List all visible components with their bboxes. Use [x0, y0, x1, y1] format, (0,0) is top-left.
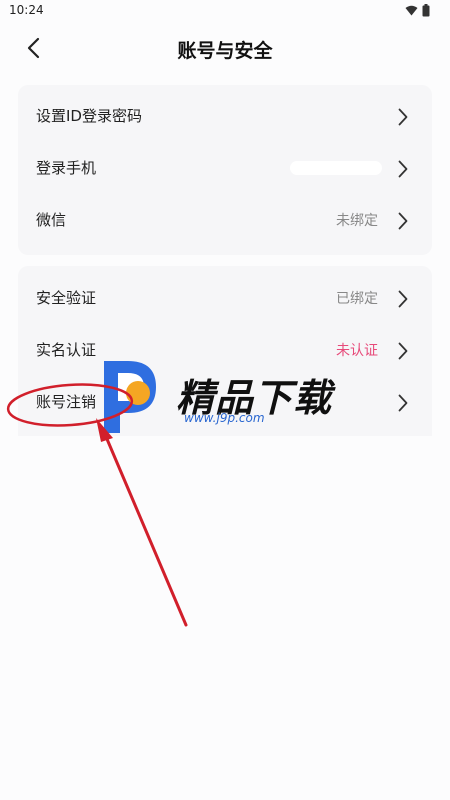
- status-time: 10:24: [9, 3, 44, 17]
- watermark-logo-icon: [104, 361, 156, 433]
- row-label: 设置ID登录密码: [36, 107, 142, 125]
- watermark-url: www.j9p.com: [184, 411, 265, 425]
- status-bar: 10:24: [0, 0, 450, 22]
- annotation-arrow-line: [102, 430, 188, 627]
- nav-bar: 账号与安全: [0, 26, 450, 70]
- row-label: 登录手机: [36, 159, 97, 177]
- watermark: 精品下载 www.j9p.com: [98, 355, 358, 445]
- row-label: 账号注销: [36, 393, 97, 411]
- wechat-status: 未绑定: [336, 213, 378, 229]
- battery-icon: [422, 4, 430, 17]
- security-verification-status: 已绑定: [336, 291, 378, 307]
- masked-phone-number: [290, 161, 382, 175]
- account-settings-card: 设置ID登录密码 登录手机 微信 未绑定: [18, 85, 432, 255]
- row-set-id-password[interactable]: 设置ID登录密码: [18, 92, 432, 142]
- chevron-right-icon: [398, 394, 408, 412]
- wifi-icon: [405, 5, 418, 16]
- row-label: 实名认证: [36, 341, 97, 359]
- chevron-right-icon: [398, 290, 408, 308]
- row-label: 安全验证: [36, 289, 97, 307]
- chevron-right-icon: [398, 108, 408, 126]
- chevron-right-icon: [398, 342, 408, 360]
- row-login-phone[interactable]: 登录手机: [18, 144, 432, 194]
- row-security-verification[interactable]: 安全验证 已绑定: [18, 274, 432, 324]
- page-title: 账号与安全: [177, 40, 273, 62]
- row-wechat[interactable]: 微信 未绑定: [18, 196, 432, 246]
- chevron-right-icon: [398, 160, 408, 178]
- row-label: 微信: [36, 211, 67, 229]
- chevron-right-icon: [398, 212, 408, 230]
- status-icons: [405, 4, 430, 17]
